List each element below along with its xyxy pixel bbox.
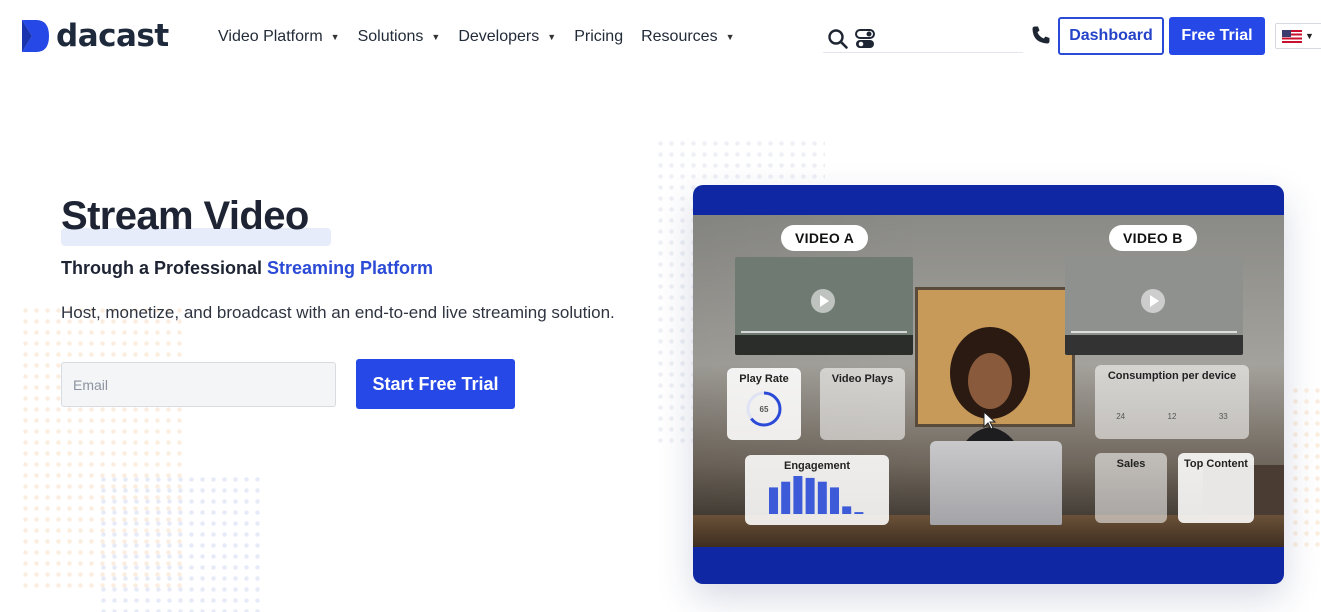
menu-label: Pricing [574, 28, 624, 45]
menu-developers[interactable]: Developers ▼ [458, 28, 556, 46]
subtitle-prefix: Through a Professional [61, 258, 268, 278]
menu-label: Developers [458, 28, 540, 45]
hero-subtitle: Through a Professional Streaming Platfor… [61, 258, 433, 279]
video-frame: VIDEO A VIDEO B Play Rate 65 Video Plays… [693, 215, 1284, 547]
engagement-label: Engagement [783, 460, 850, 472]
video-a-player[interactable] [735, 257, 913, 355]
start-free-trial-button[interactable]: Start Free Trial [356, 359, 515, 409]
toggle-icon[interactable] [855, 28, 875, 50]
consumption-value: 24 [1116, 412, 1126, 421]
menu-pricing[interactable]: Pricing [574, 28, 623, 46]
engagement-bar [805, 477, 815, 514]
search-icon[interactable] [827, 28, 849, 50]
engagement-bar [854, 512, 864, 514]
dot-pattern-decoration [1290, 385, 1321, 550]
play-icon[interactable] [1141, 289, 1165, 313]
caret-down-icon: ▼ [725, 32, 735, 42]
engagement-bar [769, 487, 778, 514]
caret-down-icon: ▼ [547, 32, 557, 42]
top-nav: dacast Video Platform ▼ Solutions ▼ Develo… [0, 0, 1321, 72]
top-content-card: Top Content [1178, 453, 1254, 523]
player-controls[interactable] [735, 335, 913, 355]
menu-video-platform[interactable]: Video Platform ▼ [218, 28, 340, 46]
play-icon[interactable] [811, 289, 835, 313]
consumption-value: 12 [1167, 412, 1177, 421]
video-b-player[interactable] [1065, 257, 1243, 355]
phone-icon[interactable] [1031, 25, 1051, 45]
consumption-card: Consumption per device 24 12 33 [1095, 365, 1249, 439]
video-a-label: VIDEO A [781, 225, 869, 251]
hero-video[interactable]: VIDEO A VIDEO B Play Rate 65 Video Plays… [693, 185, 1284, 584]
play-rate-value: 65 [760, 405, 769, 414]
dacast-logo-icon [22, 20, 49, 52]
caret-down-icon: ▼ [330, 32, 340, 42]
engagement-bar-chart [769, 476, 864, 514]
main-menu: Video Platform ▼ Solutions ▼ Developers ▼ P… [218, 26, 753, 48]
search-bar[interactable] [823, 24, 1023, 53]
video-plays-card: Video Plays [820, 368, 905, 440]
video-b-label: VIDEO B [1109, 225, 1197, 251]
play-rate-gauge: 65 [746, 391, 782, 427]
top-content-label: Top Content [1184, 458, 1248, 470]
menu-label: Solutions [357, 28, 424, 45]
engagement-bar [781, 481, 791, 514]
play-rate-card: Play Rate 65 [727, 368, 801, 440]
subtitle-accent: Streaming Platform [267, 258, 434, 278]
sales-label: Sales [1116, 458, 1146, 470]
free-trial-button[interactable]: Free Trial [1169, 17, 1265, 55]
video-plays-label: Video Plays [831, 373, 894, 385]
dot-pattern-decoration [98, 474, 266, 612]
dacast-logo[interactable]: dacast [20, 18, 169, 54]
menu-label: Resources [641, 28, 718, 45]
progress-bar[interactable] [1071, 331, 1237, 333]
engagement-bar [817, 481, 827, 514]
menu-label: Video Platform [218, 28, 323, 45]
language-selector[interactable]: ▼ [1275, 23, 1321, 49]
consumption-value: 33 [1218, 412, 1228, 421]
menu-solutions[interactable]: Solutions ▼ [358, 28, 441, 46]
player-controls[interactable] [1065, 335, 1243, 355]
engagement-bar [842, 506, 852, 514]
consumption-label: Consumption per device [1107, 370, 1237, 382]
hero-description: Host, monetize, and broadcast with an en… [61, 303, 615, 322]
progress-bar[interactable] [741, 331, 907, 333]
play-rate-label: Play Rate [739, 373, 789, 385]
sales-card: Sales [1095, 453, 1167, 523]
caret-down-icon: ▼ [1305, 31, 1314, 41]
engagement-card: Engagement [745, 455, 889, 525]
caret-down-icon: ▼ [431, 32, 441, 42]
engagement-bar [793, 476, 803, 514]
hero-title: Stream Video [61, 194, 309, 238]
dashboard-button[interactable]: Dashboard [1058, 17, 1164, 55]
email-field[interactable] [61, 362, 336, 407]
us-flag-icon [1282, 29, 1302, 43]
engagement-bar [830, 487, 839, 514]
menu-resources[interactable]: Resources ▼ [641, 28, 734, 46]
mouse-cursor-icon [983, 411, 997, 430]
logo-wordmark: dacast [56, 18, 169, 54]
laptop-image [930, 441, 1062, 525]
